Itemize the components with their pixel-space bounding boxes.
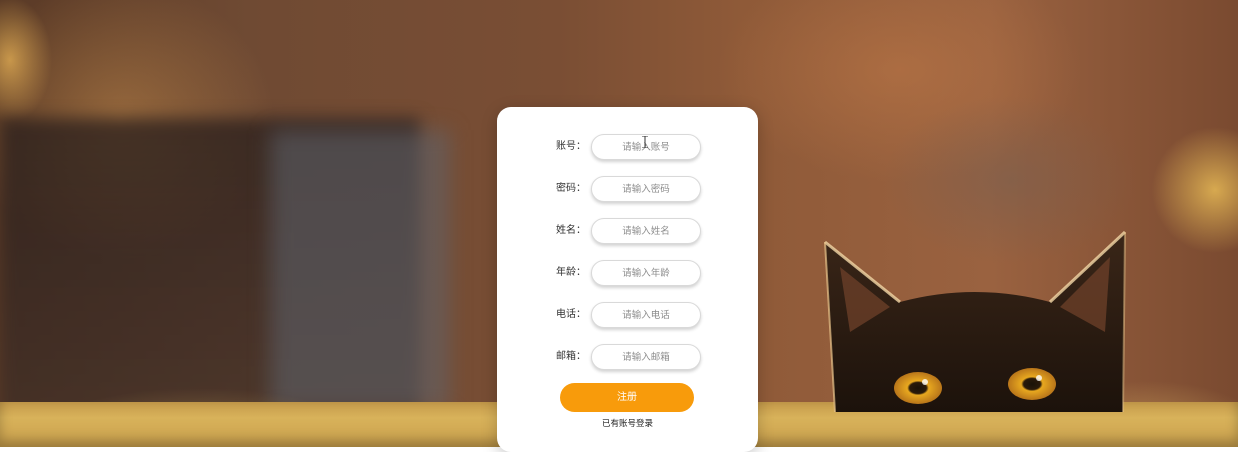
age-input[interactable] [591,260,701,286]
form-row-email: 邮箱： [497,344,758,370]
email-input[interactable] [591,344,701,370]
password-input[interactable] [591,176,701,202]
phone-input[interactable] [591,302,701,328]
form-row-phone: 电话： [497,302,758,328]
form-row-age: 年龄： [497,260,758,286]
form-row-name: 姓名： [497,218,758,244]
login-link[interactable]: 已有账号登录 [497,417,758,431]
password-label: 密码： [556,183,586,194]
cat-head [825,232,1125,412]
phone-label: 电话： [556,309,586,320]
cat-image [824,230,1127,412]
register-card: 账号： 密码： 姓名： 年龄： 电话： 邮箱： 注册 已有账号登录 [497,107,758,452]
age-label: 年龄： [556,267,586,278]
email-label: 邮箱： [556,351,586,362]
register-button[interactable]: 注册 [560,383,694,412]
cat-right-eye [1008,368,1056,400]
form-row-password: 密码： [497,176,758,202]
name-input[interactable] [591,218,701,244]
name-label: 姓名： [556,225,586,236]
account-label: 账号： [556,141,586,152]
text-cursor-icon [642,136,648,148]
cat-left-eye [894,372,942,404]
form-row-account: 账号： [497,134,758,160]
